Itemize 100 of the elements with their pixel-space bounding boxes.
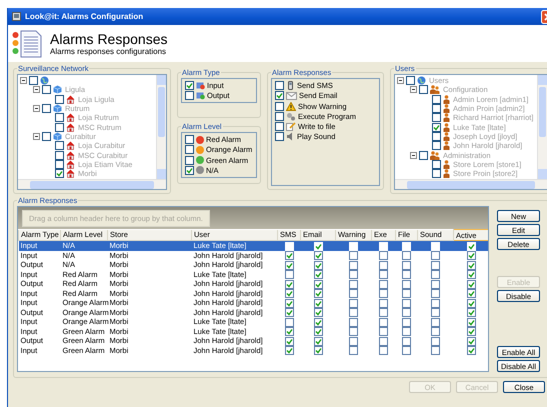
checkbox[interactable] — [402, 308, 411, 318]
checkbox[interactable] — [379, 270, 388, 280]
checkbox[interactable] — [431, 251, 440, 260]
checkbox[interactable] — [349, 327, 358, 336]
checkbox[interactable] — [314, 260, 322, 270]
checkbox[interactable] — [379, 280, 388, 289]
checkbox[interactable] — [42, 85, 51, 94]
checkbox[interactable] — [314, 298, 322, 308]
checkbox[interactable] — [432, 169, 441, 178]
checkbox[interactable] — [42, 132, 51, 141]
checkbox[interactable] — [314, 327, 322, 336]
checkbox[interactable] — [284, 308, 294, 318]
checkbox[interactable] — [431, 270, 440, 280]
checkbox[interactable] — [349, 308, 358, 318]
checkbox[interactable] — [431, 289, 440, 298]
checkbox[interactable] — [431, 308, 440, 318]
checkbox[interactable] — [314, 270, 322, 280]
checkbox[interactable] — [402, 270, 411, 280]
checkbox[interactable] — [466, 308, 476, 318]
checkbox[interactable] — [402, 336, 411, 346]
checkbox[interactable] — [284, 260, 294, 270]
checkbox[interactable] — [379, 308, 388, 318]
checkbox[interactable] — [349, 318, 358, 327]
checkbox[interactable] — [402, 260, 411, 270]
checkbox[interactable] — [314, 308, 322, 318]
checkbox[interactable] — [275, 122, 284, 132]
vertical-scrollbar[interactable] — [537, 75, 547, 179]
checkbox[interactable] — [431, 346, 440, 356]
checkbox[interactable] — [379, 336, 388, 346]
checkbox[interactable] — [349, 298, 358, 308]
checkbox[interactable] — [431, 336, 440, 346]
horizontal-scrollbar[interactable] — [395, 179, 547, 189]
checkbox[interactable] — [402, 251, 411, 260]
checkbox[interactable] — [314, 346, 322, 356]
checkbox[interactable] — [402, 318, 411, 327]
checkbox[interactable] — [419, 150, 428, 160]
checkbox[interactable] — [402, 327, 411, 336]
checkbox[interactable] — [419, 85, 428, 94]
expander-icon[interactable] — [397, 77, 404, 84]
checkbox[interactable] — [466, 289, 476, 298]
checkbox[interactable] — [185, 135, 194, 144]
checkbox[interactable] — [55, 141, 64, 150]
checkbox[interactable] — [466, 336, 476, 346]
checkbox[interactable] — [275, 102, 284, 111]
checkbox[interactable] — [432, 160, 441, 169]
checkbox[interactable] — [466, 280, 476, 289]
checkbox[interactable] — [466, 346, 476, 356]
checkbox[interactable] — [466, 318, 476, 327]
checkbox[interactable] — [349, 336, 358, 346]
checkbox[interactable] — [314, 318, 322, 327]
checkbox[interactable] — [185, 91, 194, 100]
checkbox[interactable] — [55, 150, 64, 160]
checkbox[interactable] — [402, 280, 411, 289]
checkbox[interactable] — [466, 298, 476, 308]
checkbox[interactable] — [284, 327, 294, 336]
checkbox[interactable] — [466, 260, 476, 270]
checkbox[interactable] — [349, 251, 358, 260]
horizontal-scrollbar[interactable] — [18, 179, 166, 189]
checkbox[interactable] — [431, 260, 440, 270]
checkbox[interactable] — [275, 132, 284, 142]
checkbox[interactable] — [379, 289, 388, 298]
checkbox[interactable] — [466, 270, 476, 280]
checkbox[interactable] — [275, 91, 284, 100]
checkbox[interactable] — [29, 76, 38, 86]
checkbox[interactable] — [379, 327, 388, 336]
checkbox[interactable] — [431, 318, 440, 327]
checkbox[interactable] — [314, 336, 322, 346]
checkbox[interactable] — [432, 113, 441, 122]
checkbox[interactable] — [432, 104, 441, 114]
checkbox[interactable] — [314, 289, 322, 298]
checkbox[interactable] — [379, 260, 388, 270]
checkbox[interactable] — [432, 122, 441, 132]
checkbox[interactable] — [55, 169, 64, 178]
checkbox[interactable] — [284, 251, 294, 260]
checkbox[interactable] — [379, 318, 388, 327]
checkbox[interactable] — [55, 122, 64, 132]
checkbox[interactable] — [379, 298, 388, 308]
checkbox[interactable] — [431, 298, 440, 308]
checkbox[interactable] — [185, 166, 194, 175]
checkbox[interactable] — [284, 336, 294, 346]
checkbox[interactable] — [314, 280, 322, 289]
checkbox[interactable] — [314, 251, 322, 260]
checkbox[interactable] — [284, 298, 294, 308]
checkbox[interactable] — [55, 94, 64, 104]
expander-icon[interactable] — [33, 105, 40, 112]
checkbox[interactable] — [431, 327, 440, 336]
checkbox[interactable] — [349, 270, 358, 280]
checkbox[interactable] — [55, 113, 64, 122]
expander-icon[interactable] — [410, 86, 417, 94]
checkbox[interactable] — [349, 346, 358, 356]
checkbox[interactable] — [275, 112, 284, 121]
checkbox[interactable] — [432, 141, 441, 150]
checkbox[interactable] — [185, 156, 194, 165]
checkbox[interactable] — [402, 289, 411, 298]
checkbox[interactable] — [349, 280, 358, 289]
checkbox[interactable] — [402, 346, 411, 356]
checkbox[interactable] — [406, 76, 415, 86]
expander-icon[interactable] — [410, 152, 417, 159]
checkbox[interactable] — [284, 289, 294, 298]
expander-icon[interactable] — [33, 86, 40, 94]
